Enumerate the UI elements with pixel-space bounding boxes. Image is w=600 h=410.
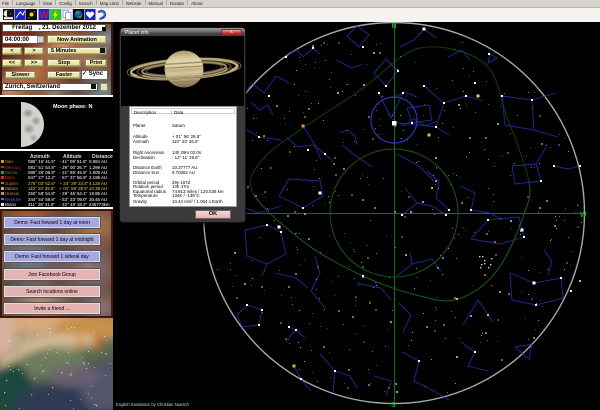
svg-text:N: N bbox=[392, 23, 397, 30]
svg-text:W: W bbox=[580, 212, 587, 219]
svg-text:W: W bbox=[40, 10, 49, 20]
svg-text:S: S bbox=[391, 402, 396, 409]
svg-text:English translation by Christi: English translation by Christian Nuesch bbox=[116, 402, 190, 407]
